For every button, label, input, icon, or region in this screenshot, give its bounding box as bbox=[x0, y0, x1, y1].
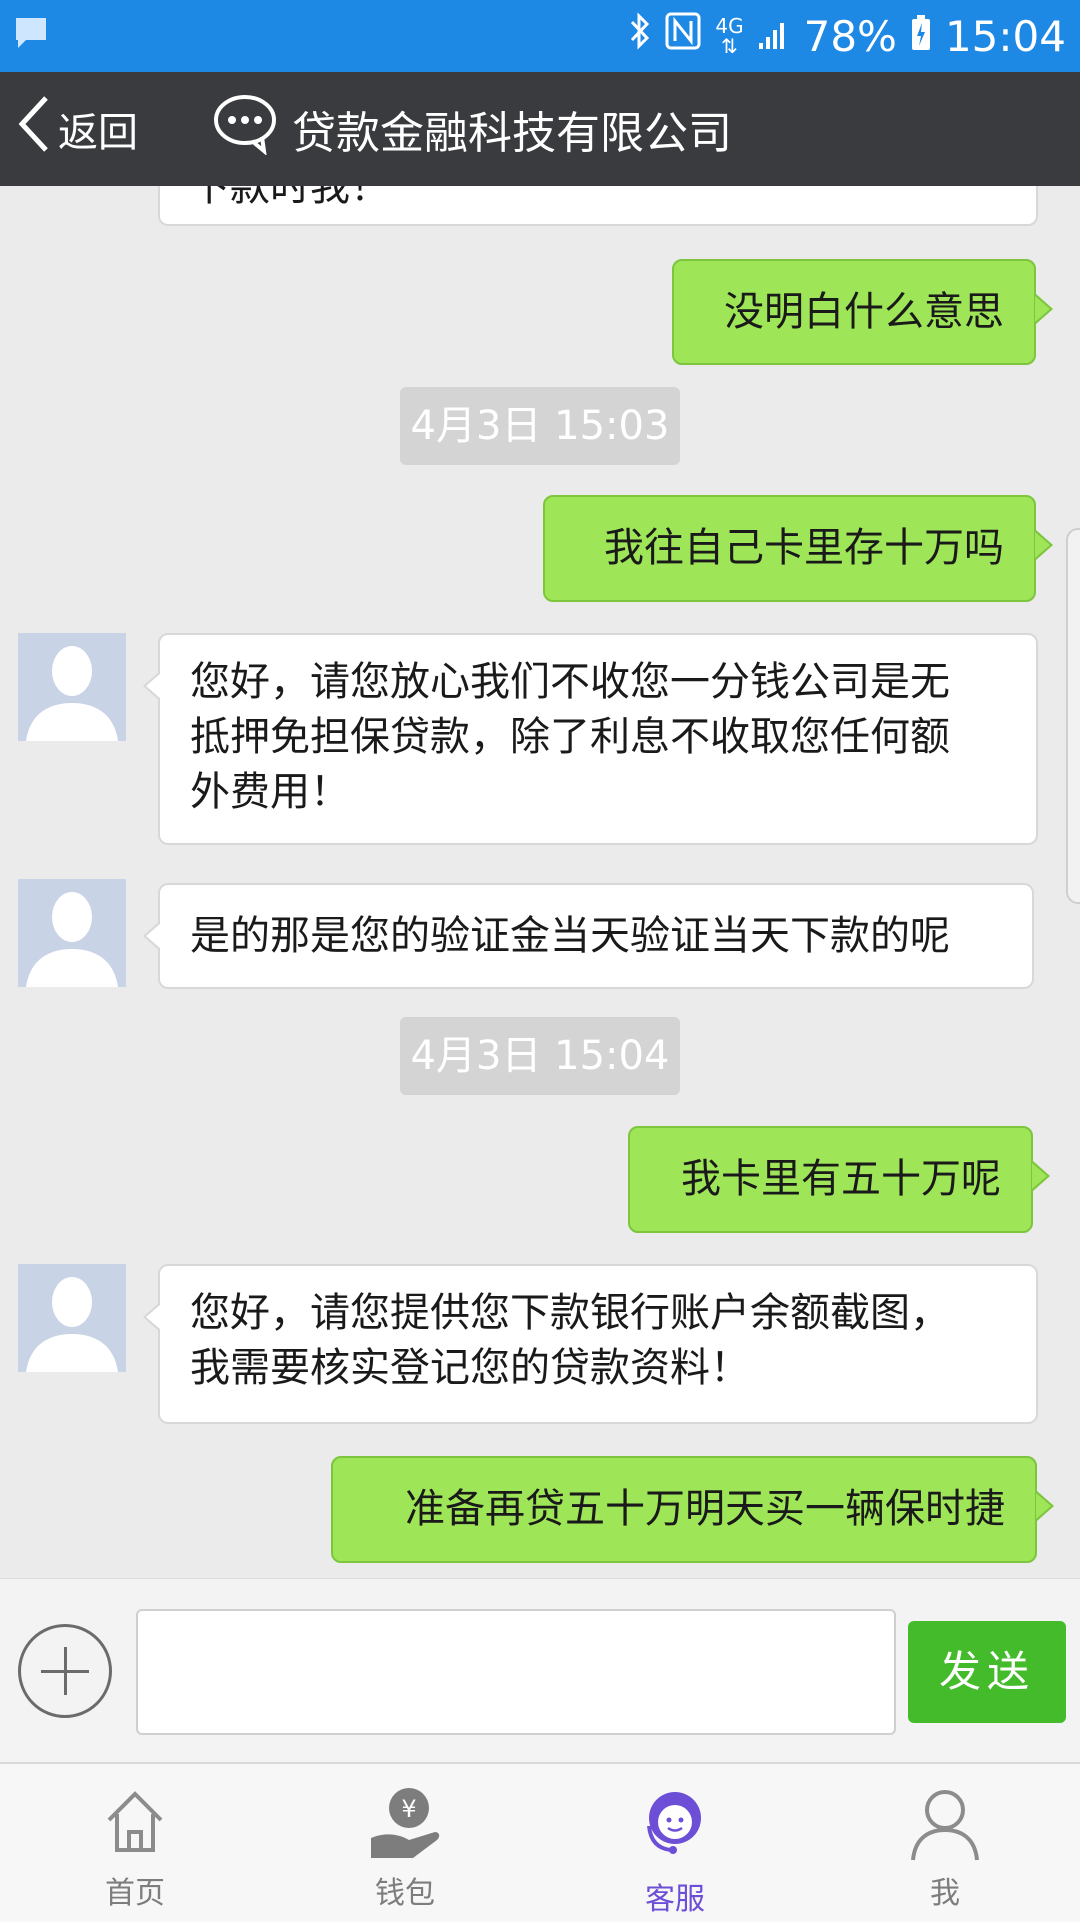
nfc-icon bbox=[665, 11, 701, 61]
battery-percent: 78% bbox=[803, 11, 897, 61]
avatar[interactable] bbox=[18, 633, 126, 741]
nav-item-customer-service[interactable]: 客服 bbox=[540, 1764, 810, 1922]
nav-label-customer-service: 客服 bbox=[645, 1882, 705, 1917]
plus-icon[interactable] bbox=[18, 1624, 112, 1718]
nav-label-me: 我 bbox=[930, 1876, 960, 1911]
back-label: 返回 bbox=[58, 110, 138, 156]
message-sent[interactable]: 我往自己卡里存十万吗 bbox=[543, 495, 1053, 602]
status-bar: 4G ⇅ 78% 15:04 bbox=[0, 0, 1080, 72]
battery-icon bbox=[911, 12, 931, 61]
message-sent[interactable]: 没明白什么意思 bbox=[672, 259, 1053, 365]
customer-service-icon bbox=[635, 1782, 715, 1862]
nav-item-home[interactable]: 首页 bbox=[0, 1764, 270, 1922]
message-received[interactable]: 是的那是您的验证金当天验证当天下款的呢 bbox=[143, 883, 1034, 989]
svg-text:¥: ¥ bbox=[401, 1795, 416, 1823]
nav-label-wallet: 钱包 bbox=[375, 1876, 435, 1911]
send-button[interactable]: 发送 bbox=[908, 1621, 1066, 1723]
message-sent[interactable]: 准备再贷五十万明天买一辆保时捷 bbox=[331, 1456, 1054, 1563]
back-button[interactable]: 返回 bbox=[16, 92, 138, 166]
clock: 15:04 bbox=[944, 11, 1066, 61]
user-silhouette-icon bbox=[26, 1277, 118, 1372]
message-input[interactable] bbox=[136, 1609, 896, 1735]
user-icon bbox=[905, 1782, 985, 1862]
chat-bubble-icon bbox=[212, 93, 278, 166]
home-icon bbox=[95, 1782, 175, 1862]
title-bar: 返回 贷款金融科技有限公司 bbox=[0, 72, 1080, 186]
avatar[interactable] bbox=[18, 879, 126, 987]
chat-area[interactable]: 下款时我！ 没明白什么意思 4月3日 15:03 我往自己卡里存十万吗 您好，请… bbox=[0, 186, 1080, 1578]
user-silhouette-icon bbox=[26, 892, 118, 987]
bluetooth-icon bbox=[629, 11, 651, 61]
page-title: 贷款金融科技有限公司 bbox=[212, 92, 732, 166]
signal-icon bbox=[758, 12, 790, 61]
user-silhouette-icon bbox=[26, 646, 118, 741]
network-type: 4G ⇅ bbox=[715, 14, 744, 58]
nav-label-home: 首页 bbox=[105, 1876, 165, 1911]
wallet-icon: ¥ bbox=[365, 1782, 445, 1862]
message-received[interactable]: 下款时我！ bbox=[158, 186, 1038, 226]
nav-item-me[interactable]: 我 bbox=[810, 1764, 1080, 1922]
avatar[interactable] bbox=[18, 1264, 126, 1372]
message-sent[interactable]: 我卡里有五十万呢 bbox=[628, 1126, 1050, 1233]
chat-notification-icon bbox=[14, 16, 48, 54]
bottom-nav: 首页 ¥ 钱包 客服 我 bbox=[0, 1762, 1080, 1922]
input-bar: 发送 bbox=[0, 1578, 1080, 1763]
timestamp: 4月3日 15:03 bbox=[400, 387, 680, 465]
message-received[interactable]: 您好，请您提供您下款银行账户余额截图， 我需要核实登记您的贷款资料！ bbox=[143, 1264, 1038, 1424]
scroll-handle[interactable] bbox=[1066, 528, 1080, 904]
title-text: 贷款金融科技有限公司 bbox=[292, 108, 732, 159]
message-received[interactable]: 您好，请您放心我们不收您一分钱公司是无 抵押免担保贷款，除了利息不收取您任何额 … bbox=[143, 633, 1038, 845]
timestamp: 4月3日 15:04 bbox=[400, 1017, 680, 1095]
nav-item-wallet[interactable]: ¥ 钱包 bbox=[270, 1764, 540, 1922]
chevron-left-icon bbox=[16, 94, 52, 164]
